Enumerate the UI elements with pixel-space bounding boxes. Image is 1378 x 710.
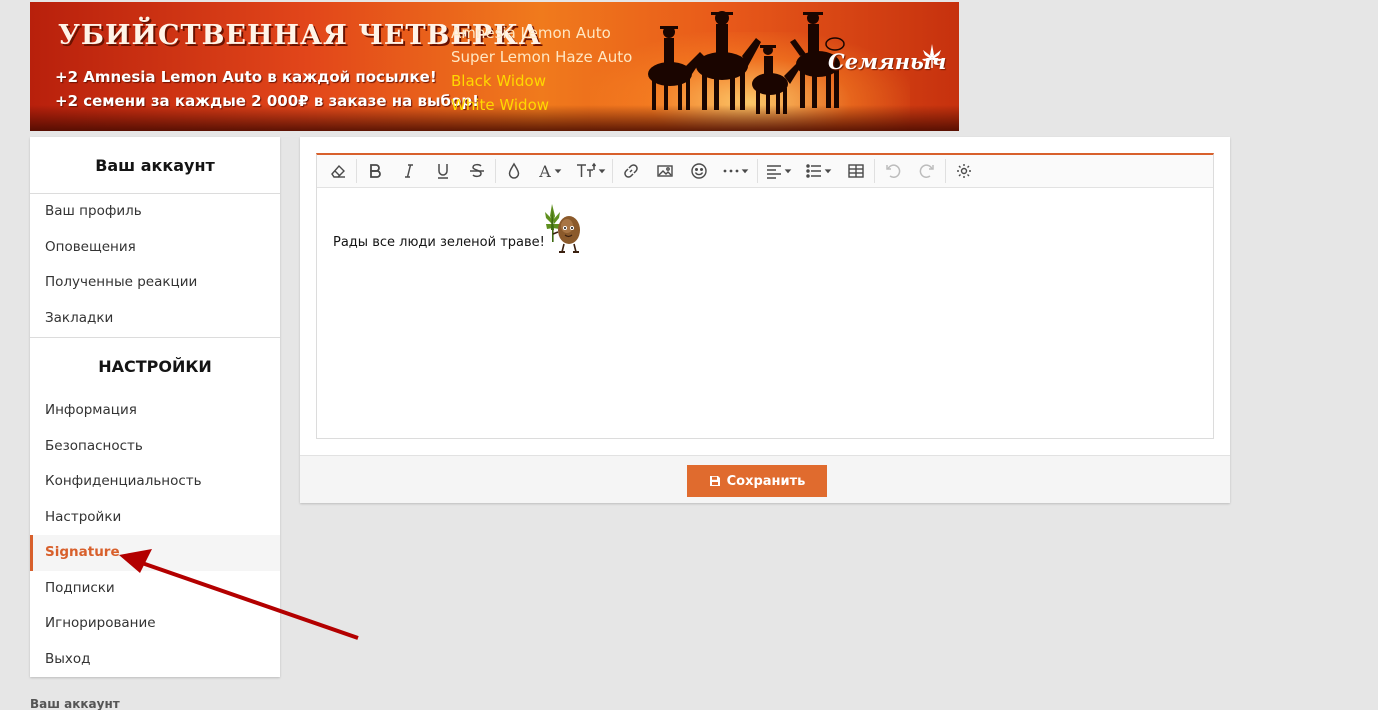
banner-promo-line-2: +2 семени за каждые 2 000₽ в заказе на в… xyxy=(55,92,479,110)
sidebar-item-alerts[interactable]: Оповещения xyxy=(30,230,280,266)
settings-icon[interactable] xyxy=(947,156,981,186)
save-button-label: Сохранить xyxy=(726,473,806,489)
save-button[interactable]: Сохранить xyxy=(687,465,827,497)
font-size-icon[interactable] xyxy=(571,156,611,186)
toolbar-divider xyxy=(874,159,875,183)
editor-content-area[interactable]: Рады все люди зеленой траве! xyxy=(317,188,1213,253)
sidebar-item-bookmarks[interactable]: Закладки xyxy=(30,301,280,337)
banner-strain-2: Super Lemon Haze Auto xyxy=(451,48,633,66)
strikethrough-icon[interactable] xyxy=(460,156,494,186)
toolbar-divider xyxy=(612,159,613,183)
undo-icon[interactable] xyxy=(876,156,910,186)
banner-strain-3: Black Widow xyxy=(451,72,546,90)
sidebar-item-security[interactable]: Безопасность xyxy=(30,429,280,465)
breadcrumb[interactable]: Ваш аккаунт xyxy=(30,697,120,710)
account-menu: Ваш профиль Оповещения Полученные реакци… xyxy=(30,194,280,336)
toolbar-divider xyxy=(945,159,946,183)
cannabis-leaf-icon xyxy=(922,44,942,68)
account-heading: Ваш аккаунт xyxy=(30,137,280,194)
sidebar-item-logout[interactable]: Выход xyxy=(30,642,280,678)
banner-strain-1: Amnesia Lemon Auto xyxy=(451,24,611,42)
banner-promo-line-1: +2 Amnesia Lemon Auto в каждой посылке! xyxy=(55,68,437,86)
account-sidebar: Ваш аккаунт Ваш профиль Оповещения Получ… xyxy=(30,137,280,677)
font-family-icon[interactable]: A xyxy=(531,156,571,186)
banner-strain-4: White Widow xyxy=(451,96,550,114)
promo-banner[interactable]: УБИЙСТВЕННАЯ ЧЕТВЕРКА +2 Amnesia Lemon A… xyxy=(30,2,959,131)
save-icon xyxy=(709,476,720,486)
editor-toolbar: A xyxy=(317,155,1213,188)
bold-icon[interactable] xyxy=(358,156,392,186)
list-icon[interactable] xyxy=(799,156,839,186)
smilie-seed-with-plant-icon xyxy=(545,204,580,253)
redo-icon[interactable] xyxy=(910,156,944,186)
sidebar-item-preferences[interactable]: Настройки xyxy=(30,500,280,536)
form-submit-row: Сохранить xyxy=(300,455,1230,503)
link-icon[interactable] xyxy=(614,156,648,186)
sidebar-item-ignoring[interactable]: Игнорирование xyxy=(30,606,280,642)
sidebar-item-privacy[interactable]: Конфиденциальность xyxy=(30,464,280,500)
toolbar-divider xyxy=(757,159,758,183)
sidebar-item-signature[interactable]: Signature xyxy=(30,535,280,571)
image-icon[interactable] xyxy=(648,156,682,186)
font-family-glyph: A xyxy=(539,161,551,181)
toolbar-divider xyxy=(356,159,357,183)
sidebar-item-reactions[interactable]: Полученные реакции xyxy=(30,265,280,301)
sidebar-item-following[interactable]: Подписки xyxy=(30,571,280,607)
table-icon[interactable] xyxy=(839,156,873,186)
smilie-icon[interactable] xyxy=(682,156,716,186)
banner-strain-list: Amnesia Lemon Auto Super Lemon Haze Auto… xyxy=(451,21,632,117)
rich-text-editor[interactable]: A Рады все люди зеленой траве! xyxy=(316,153,1214,439)
italic-icon[interactable] xyxy=(392,156,426,186)
toolbar-divider xyxy=(495,159,496,183)
sidebar-item-information[interactable]: Информация xyxy=(30,393,280,429)
settings-menu: Информация Безопасность Конфиденциальнос… xyxy=(30,393,280,677)
color-icon[interactable] xyxy=(497,156,531,186)
signature-panel: A Рады все люди зеленой траве! Сохранить xyxy=(300,137,1230,503)
signature-text: Рады все люди зеленой траве! xyxy=(333,235,545,250)
sidebar-item-profile[interactable]: Ваш профиль xyxy=(30,194,280,230)
cowboy-riders-silhouette xyxy=(648,11,845,114)
underline-icon[interactable] xyxy=(426,156,460,186)
more-icon[interactable] xyxy=(716,156,756,186)
align-icon[interactable] xyxy=(759,156,799,186)
settings-heading: НАСТРОЙКИ xyxy=(30,337,280,393)
eraser-icon[interactable] xyxy=(321,156,355,186)
